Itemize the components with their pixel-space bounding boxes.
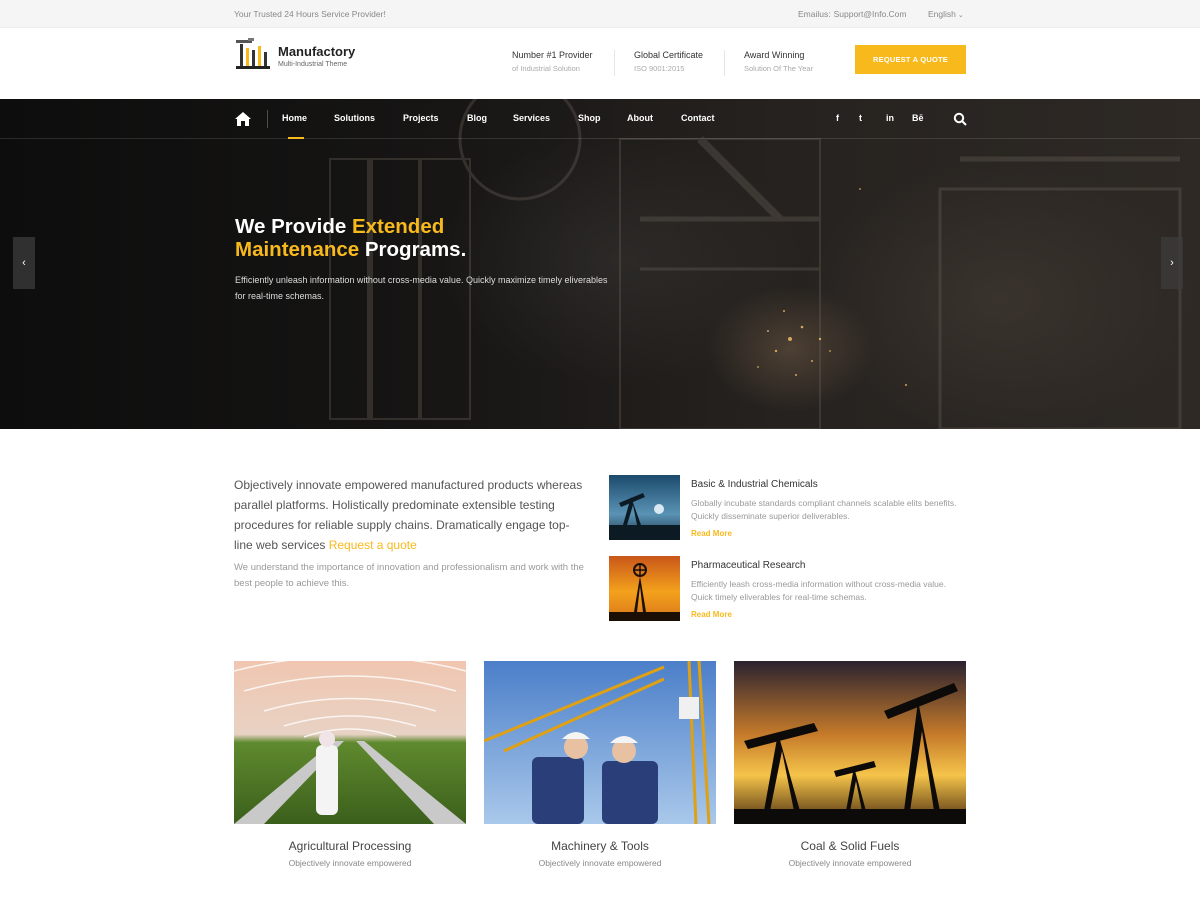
hero-heading-highlight1: Extended	[351, 215, 445, 238]
nav-divider	[267, 110, 268, 128]
logo-name[interactable]: Manufactory	[278, 44, 355, 59]
language-label: English	[928, 9, 956, 19]
nav-item-blog[interactable]: Blog	[467, 113, 487, 123]
service-title[interactable]: Pharmaceutical Research	[691, 560, 806, 571]
nav-item-solutions[interactable]: Solutions	[334, 113, 375, 123]
service-title[interactable]: Basic & Industrial Chemicals	[691, 479, 818, 490]
card-title[interactable]: Machinery & Tools	[484, 839, 716, 853]
home-icon[interactable]	[234, 111, 252, 127]
nav-active-indicator	[288, 137, 304, 139]
nav-item-contact[interactable]: Contact	[681, 113, 715, 123]
email-contact[interactable]: Emailus: Support@Info.Com	[798, 9, 909, 19]
behance-icon[interactable]: Bē	[912, 113, 924, 123]
read-more-link[interactable]: Read More	[691, 610, 732, 619]
info-subtitle: ISO 9001:2015	[634, 64, 685, 73]
card-image-machinery[interactable]	[483, 660, 716, 825]
email-label: Emailus:	[798, 9, 831, 19]
info-divider	[724, 50, 725, 76]
hero-heading-part1: We Provide	[235, 215, 352, 238]
hero-heading-part4: Programs.	[359, 238, 467, 261]
category-card[interactable]: Agricultural Processing Objectively inno…	[233, 655, 467, 868]
factory-logo-icon[interactable]	[234, 38, 272, 70]
info-divider	[614, 50, 615, 76]
info-block-provider: Number #1 Provider of Industrial Solutio…	[512, 50, 593, 73]
nav-item-services[interactable]: Services	[513, 113, 550, 123]
language-selector[interactable]: English ⌄	[928, 9, 964, 19]
service-thumbnail-chemicals[interactable]	[609, 475, 680, 540]
chevron-down-icon: ⌄	[957, 12, 964, 19]
read-more-link[interactable]: Read More	[691, 529, 732, 538]
card-image-fuels[interactable]	[734, 661, 966, 824]
info-subtitle: of Industrial Solution	[512, 64, 580, 73]
service-thumbnail-pharma[interactable]	[609, 556, 680, 621]
intro-paragraph: Objectively innovate empowered manufactu…	[234, 475, 584, 555]
nav-item-projects[interactable]: Projects	[403, 113, 439, 123]
chevron-right-icon[interactable]: ›	[1161, 237, 1183, 289]
card-title[interactable]: Agricultural Processing	[234, 839, 466, 853]
email-address[interactable]: Support@Info.Com	[834, 9, 907, 19]
service-description: Globally incubate standards compliant ch…	[691, 498, 957, 521]
info-title: Number #1 Provider	[512, 50, 593, 60]
hero-heading: We Provide Extended Maintenance Programs…	[235, 215, 466, 261]
facebook-icon[interactable]: f	[836, 113, 839, 123]
hero-background-image	[329, 99, 1182, 429]
nav-item-shop[interactable]: Shop	[578, 113, 601, 123]
info-block-award: Award Winning Solution Of The Year	[744, 50, 813, 73]
card-subtitle: Objectively innovate empowered	[788, 858, 912, 868]
search-icon[interactable]	[953, 112, 967, 126]
info-title: Award Winning	[744, 50, 805, 60]
hero-slider: Home Solutions Projects Blog Services Sh…	[0, 99, 1200, 429]
intro-secondary-text: We understand the importance of innovati…	[234, 562, 584, 589]
category-card[interactable]: Coal & Solid Fuels Objectively innovate …	[734, 661, 966, 868]
hero-lead-text: Efficiently unleash information without …	[235, 275, 608, 301]
top-bar: Your Trusted 24 Hours Service Provider! …	[0, 0, 1200, 28]
site-header: Manufactory Multi-Industrial Theme Numbe…	[0, 28, 1200, 99]
hero-heading-highlight2: Maintenance	[235, 238, 360, 261]
main-navigation: Home Solutions Projects Blog Services Sh…	[0, 99, 1200, 139]
nav-item-about[interactable]: About	[627, 113, 653, 123]
card-title[interactable]: Coal & Solid Fuels	[734, 839, 966, 853]
info-block-certificate: Global Certificate ISO 9001:2015	[634, 50, 703, 73]
chevron-left-icon[interactable]: ‹	[13, 237, 35, 289]
card-subtitle: Objectively innovate empowered	[288, 858, 412, 868]
info-title: Global Certificate	[634, 50, 704, 60]
logo-subtitle: Multi-Industrial Theme	[278, 61, 348, 68]
category-card[interactable]: Machinery & Tools Objectively innovate e…	[483, 660, 716, 868]
card-image-agriculture[interactable]	[233, 655, 467, 824]
info-subtitle: Solution Of The Year	[744, 64, 814, 73]
card-subtitle: Objectively innovate empowered	[538, 858, 662, 868]
nav-item-home[interactable]: Home	[282, 113, 307, 123]
linkedin-icon[interactable]: in	[886, 113, 894, 123]
request-quote-link[interactable]: Request a quote	[329, 538, 417, 552]
service-description: Efficiently leash cross-media informatio…	[691, 579, 946, 602]
twitter-icon[interactable]: t	[859, 113, 862, 123]
request-quote-button[interactable]: REQUEST A QUOTE	[855, 45, 966, 74]
tagline: Your Trusted 24 Hours Service Provider!	[234, 9, 386, 19]
